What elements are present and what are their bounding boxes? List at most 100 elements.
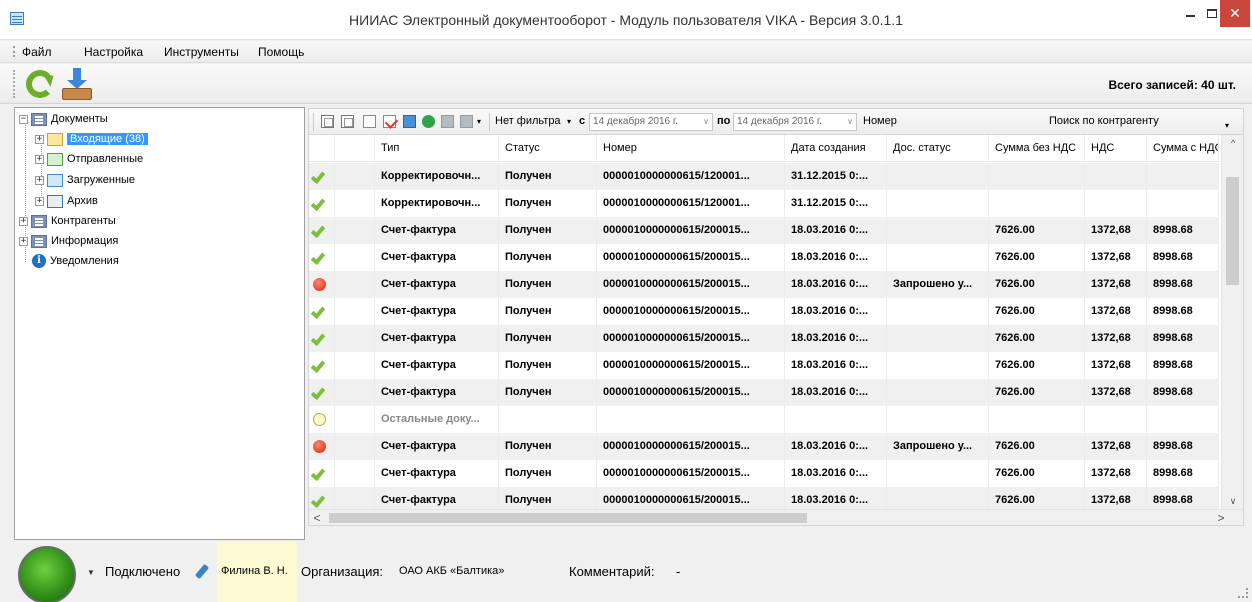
- menu-file[interactable]: Файл: [22, 45, 52, 59]
- tree-node-sent[interactable]: + Отправленные: [35, 149, 143, 169]
- number-search-label[interactable]: Номер: [863, 115, 897, 127]
- tree-node-documents[interactable]: − Документы: [19, 109, 108, 129]
- calendar-dropdown-icon[interactable]: ∨: [847, 114, 853, 130]
- date-from-picker[interactable]: 14 декабря 2016 г. ∨: [589, 113, 713, 131]
- cell-number: 0000010000000615/200015...: [597, 271, 785, 298]
- expand-icon[interactable]: +: [35, 154, 44, 164]
- column-header-number-col[interactable]: Номер: [597, 135, 785, 162]
- collapse-icon[interactable]: −: [19, 114, 28, 124]
- tree-node-notifications[interactable]: i Уведомления: [32, 251, 119, 271]
- table-row[interactable]: Счет-фактура Получен 0000010000000615/2000…: [309, 325, 1219, 352]
- document-icon[interactable]: [363, 115, 376, 128]
- row-checkbox-cell: [335, 190, 375, 217]
- connection-status: Подключено: [105, 564, 181, 579]
- connection-dropdown-icon[interactable]: ▼: [87, 568, 95, 577]
- tree-node-incoming[interactable]: + Входящие (38): [35, 129, 148, 149]
- grid-view-icon[interactable]: [321, 115, 334, 128]
- cell-sum-gross: [1147, 163, 1219, 190]
- date-to-picker[interactable]: 14 декабря 2016 г. ∨: [733, 113, 857, 131]
- resize-grip[interactable]: [1238, 588, 1248, 598]
- calendar-dropdown-icon[interactable]: ∨: [703, 114, 709, 130]
- column-header-checkbox-col[interactable]: [335, 135, 375, 162]
- table-row[interactable]: Счет-фактура Получен 0000010000000615/2000…: [309, 460, 1219, 487]
- cell-status: Получен: [499, 217, 597, 244]
- column-header-type-col[interactable]: Тип: [375, 135, 499, 162]
- connection-status-icon[interactable]: [18, 546, 76, 602]
- counterparty-search-label[interactable]: Поиск по контрагенту: [1049, 115, 1159, 127]
- table-row[interactable]: Счет-фактура Получен 0000010000000615/2000…: [309, 433, 1219, 460]
- tree-node-loaded[interactable]: + Загруженные: [35, 170, 135, 190]
- close-button[interactable]: ✕: [1220, 0, 1250, 27]
- table-row[interactable]: Корректировочн... Получен 0000010000000615…: [309, 163, 1219, 190]
- table-row[interactable]: Счет-фактура Получен 0000010000000615/2000…: [309, 379, 1219, 406]
- scroll-left-icon[interactable]: <: [309, 510, 325, 525]
- expand-icon[interactable]: +: [35, 175, 44, 185]
- row-status-cell: [309, 352, 335, 379]
- cell-type: Счет-фактура: [375, 271, 499, 298]
- cell-doc-status: Запрошено у...: [887, 271, 989, 298]
- cell-sum-gross: 8998.68: [1147, 298, 1219, 325]
- expand-icon[interactable]: +: [35, 196, 44, 206]
- scroll-right-icon[interactable]: >: [1213, 510, 1229, 525]
- tree-node-archive[interactable]: + Архив: [35, 191, 98, 211]
- check-icon: [310, 222, 326, 239]
- cell-sum-gross: [1147, 190, 1219, 217]
- table-row[interactable]: Счет-фактура Получен 0000010000000615/2000…: [309, 298, 1219, 325]
- cell-sum-gross: 8998.68: [1147, 433, 1219, 460]
- cell-sum-gross: 8998.68: [1147, 325, 1219, 352]
- cell-status: Получен: [499, 190, 597, 217]
- cell-sum-gross: 8998.68: [1147, 217, 1219, 244]
- expand-icon[interactable]: +: [19, 236, 28, 246]
- table-row[interactable]: Счет-фактура Получен 0000010000000615/2000…: [309, 244, 1219, 271]
- tree-node-information[interactable]: + Информация: [19, 231, 118, 251]
- download-icon[interactable]: [62, 68, 92, 100]
- table-row[interactable]: Счет-фактура Получен 0000010000000615/2000…: [309, 352, 1219, 379]
- menu-grip: [13, 46, 15, 57]
- column-header-status-text-col[interactable]: Статус: [499, 135, 597, 162]
- expand-icon[interactable]: +: [19, 216, 28, 226]
- column-header-date-col[interactable]: Дата создания: [785, 135, 887, 162]
- vertical-scrollbar[interactable]: ^ ∨: [1221, 135, 1243, 510]
- export-icon[interactable]: [460, 115, 473, 128]
- save-icon[interactable]: [403, 115, 416, 128]
- menu-tools[interactable]: Инструменты: [164, 45, 239, 59]
- refresh-icon[interactable]: [26, 70, 54, 98]
- scroll-up-icon[interactable]: ^: [1222, 135, 1243, 152]
- menu-settings[interactable]: Настройка: [84, 45, 143, 59]
- cell-sum-net: 7626.00: [989, 433, 1085, 460]
- column-header-vat-col[interactable]: НДС: [1085, 135, 1147, 162]
- tree-node-counterparties[interactable]: + Контрагенты: [19, 211, 116, 231]
- menu-help[interactable]: Помощь: [258, 45, 304, 59]
- navigation-tree: − Документы + Входящие (38) + Отправленн…: [14, 107, 305, 540]
- scroll-thumb[interactable]: [1226, 177, 1239, 285]
- table-row[interactable]: Счет-фактура Получен 0000010000000615/2000…: [309, 217, 1219, 244]
- column-header-status-col[interactable]: [309, 135, 335, 162]
- table-row[interactable]: Остальные доку...: [309, 406, 1219, 433]
- column-header-sum-net-col[interactable]: Сумма без НДС: [989, 135, 1085, 162]
- column-header-doc-status-col[interactable]: Дос. статус: [887, 135, 989, 162]
- cell-status: Получен: [499, 352, 597, 379]
- horizontal-scrollbar[interactable]: < >: [309, 509, 1243, 525]
- cell-doc-status: [887, 352, 989, 379]
- row-checkbox-cell: [335, 460, 375, 487]
- filter-dropdown-icon[interactable]: ▾: [567, 115, 571, 127]
- main-toolbar: Всего записей: 40 шт.: [0, 64, 1252, 104]
- column-header-sum-gross-col[interactable]: Сумма с НДС: [1147, 135, 1219, 162]
- scroll-down-icon[interactable]: ∨: [1222, 493, 1243, 510]
- cell-type: Счет-фактура: [375, 433, 499, 460]
- table-row[interactable]: Корректировочн... Получен 0000010000000615…: [309, 190, 1219, 217]
- sign-icon[interactable]: [383, 115, 396, 128]
- export-dropdown-icon[interactable]: ▾: [477, 115, 481, 127]
- filter-dropdown[interactable]: Нет фильтра: [495, 115, 565, 127]
- printer-icon[interactable]: [441, 115, 454, 128]
- toolbar-overflow-icon[interactable]: ▾: [1225, 119, 1229, 131]
- expand-icon[interactable]: +: [35, 134, 44, 144]
- table-row[interactable]: Счет-фактура Получен 0000010000000615/2000…: [309, 271, 1219, 298]
- window-title: НИИАС Электронный документооборот - Моду…: [349, 12, 903, 28]
- columns-icon[interactable]: [341, 115, 354, 128]
- scroll-thumb[interactable]: [329, 513, 807, 523]
- approve-icon[interactable]: [422, 115, 435, 128]
- check-icon: [310, 492, 326, 509]
- cell-date: 18.03.2016 0:...: [785, 460, 887, 487]
- cell-status: [499, 406, 597, 433]
